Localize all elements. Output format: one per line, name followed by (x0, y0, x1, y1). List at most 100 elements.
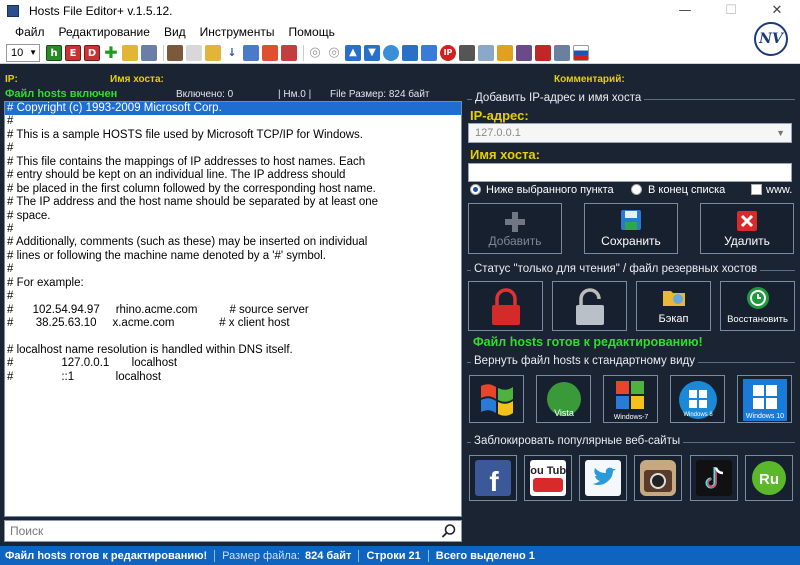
menu-tools[interactable]: Инструменты (193, 25, 282, 39)
close-button[interactable]: ✕ (754, 0, 800, 22)
maximize-button[interactable]: ☐ (708, 0, 754, 22)
search-placeholder: Поиск (10, 524, 44, 538)
restore-button-label: Восстановить (727, 314, 788, 325)
open-icon[interactable] (122, 44, 138, 61)
block-panel-title: Заблокировать популярные веб-сайты (471, 435, 684, 447)
hosts-h-icon[interactable]: h (46, 44, 62, 61)
hosts-editor[interactable]: # Copyright (c) 1993-2009 Microsoft Corp… (4, 101, 462, 517)
read-only-lock-button[interactable] (468, 281, 543, 331)
save-button[interactable]: Сохранить (584, 203, 678, 254)
editor-line[interactable] (5, 330, 461, 343)
editor-line[interactable]: # Copyright (c) 1993-2009 Microsoft Corp… (5, 102, 461, 116)
column-comment: Комментарий: (554, 74, 625, 85)
block-twitter-button[interactable] (579, 455, 627, 501)
block-youtube-button[interactable]: You Tube (524, 455, 572, 501)
menu-help[interactable]: Помощь (281, 25, 341, 39)
save-icon[interactable] (141, 44, 157, 61)
sort-icon[interactable]: ↓ (224, 45, 240, 61)
facebook-icon: f (475, 460, 511, 496)
insert-options: Ниже выбранного пункта В конец списка ww… (468, 184, 794, 198)
chevron-down-icon: ▼ (29, 47, 37, 57)
editor-line[interactable]: # (5, 290, 461, 303)
editor-line[interactable]: # (5, 115, 461, 128)
windows-7-logo-icon: Windows-7 (614, 381, 648, 421)
uncheck-icon[interactable]: ◎ (326, 45, 342, 61)
instagram-icon (640, 460, 676, 496)
restore-button[interactable]: Восстановить (720, 281, 795, 331)
host-name-input[interactable] (468, 163, 792, 182)
editor-line[interactable]: # 38.25.63.10 x.acme.com # x client host (5, 317, 461, 330)
windows-xp-button[interactable] (469, 375, 524, 423)
search-input[interactable]: Поиск (4, 520, 462, 542)
paste-icon[interactable] (262, 44, 278, 61)
info-icon[interactable] (421, 44, 437, 61)
add-icon[interactable]: ✚ (103, 44, 119, 61)
menu-file[interactable]: Файл (8, 25, 52, 39)
block-tiktok-button[interactable] (690, 455, 738, 501)
backup-button[interactable]: Бэкап (636, 281, 711, 331)
editor-line[interactable]: # The IP address and the host name shoul… (5, 196, 461, 209)
add-button[interactable]: Добавить (468, 203, 562, 254)
windows-vista-button[interactable]: Vista (536, 375, 591, 423)
column-ip: IP: (5, 74, 18, 85)
hosts-e-icon[interactable]: E (65, 44, 81, 61)
editor-line[interactable]: # space. (5, 210, 461, 223)
delete-icon[interactable] (281, 44, 297, 61)
dns-icon[interactable] (459, 44, 475, 61)
edit-icon[interactable] (186, 44, 202, 61)
layout-icon[interactable] (554, 44, 570, 61)
editor-line[interactable]: # This is a sample HOSTS file used by Mi… (5, 129, 461, 142)
block-facebook-button[interactable]: f (469, 455, 517, 501)
network-icon[interactable] (383, 44, 399, 61)
ip-icon[interactable]: IP (440, 44, 456, 61)
editor-line[interactable]: # (5, 142, 461, 155)
editor-line[interactable]: # (5, 263, 461, 276)
radio-end-of-list[interactable] (631, 184, 642, 195)
menu-edit[interactable]: Редактирование (52, 25, 157, 39)
svg-text:f: f (489, 466, 499, 496)
menu-view[interactable]: Вид (157, 25, 193, 39)
editor-line[interactable]: # For example: (5, 277, 461, 290)
backup-folder-icon (662, 291, 685, 306)
folder-icon[interactable] (205, 44, 221, 61)
ip-label: IP-адрес: (470, 108, 529, 123)
editor-line[interactable]: # 127.0.0.1 localhost (5, 357, 461, 370)
copy-icon[interactable] (243, 44, 259, 61)
twitter-icon (585, 460, 621, 496)
editor-line[interactable]: # localhost name resolution is handled w… (5, 344, 461, 357)
editor-line[interactable]: # (5, 223, 461, 236)
windows-7-button[interactable]: Windows-7 (603, 375, 658, 423)
unlock-button[interactable] (552, 281, 627, 331)
editor-line[interactable]: # This file contains the mappings of IP … (5, 156, 461, 169)
block-instagram-button[interactable] (634, 455, 682, 501)
up-icon[interactable]: ▲ (345, 44, 361, 61)
language-icon[interactable] (573, 44, 589, 61)
tools-icon[interactable] (167, 44, 183, 61)
www-checkbox[interactable] (751, 184, 762, 195)
editor-line[interactable]: # ::1 localhost (5, 371, 461, 384)
status-lines: Строки 21 (366, 549, 421, 562)
block-rutube-button[interactable]: Ru (745, 455, 793, 501)
search-icon[interactable] (441, 523, 457, 539)
radio-below-selected[interactable] (470, 184, 481, 195)
delete-button[interactable]: Удалить (700, 203, 794, 254)
windows-vista-logo-icon: Vista (547, 382, 581, 418)
backup-icon[interactable] (516, 44, 532, 61)
editor-line[interactable]: # entry should be kept on an individual … (5, 169, 461, 182)
editor-line[interactable]: # 102.54.94.97 rhino.acme.com # source s… (5, 304, 461, 317)
minimize-button[interactable]: — (662, 0, 708, 22)
clean-icon[interactable] (497, 44, 513, 61)
down-icon[interactable]: ▼ (364, 44, 380, 61)
check-icon[interactable]: ◎ (307, 45, 323, 61)
editor-line[interactable]: # be placed in the first column followed… (5, 183, 461, 196)
windows-8-button[interactable]: Windows 8 (670, 375, 725, 423)
grid-icon[interactable] (478, 44, 494, 61)
ip-address-select[interactable]: 127.0.0.1 ▼ (468, 123, 792, 143)
pin-icon[interactable] (535, 44, 551, 61)
editor-line[interactable]: # lines or following the machine name de… (5, 250, 461, 263)
windows-10-button[interactable]: Windows 10 (737, 375, 792, 423)
font-size-select[interactable]: 10 ▼ (6, 43, 40, 62)
hosts-d-icon[interactable]: D (84, 44, 100, 61)
editor-line[interactable]: # Additionally, comments (such as these)… (5, 236, 461, 249)
config-icon[interactable] (402, 44, 418, 61)
